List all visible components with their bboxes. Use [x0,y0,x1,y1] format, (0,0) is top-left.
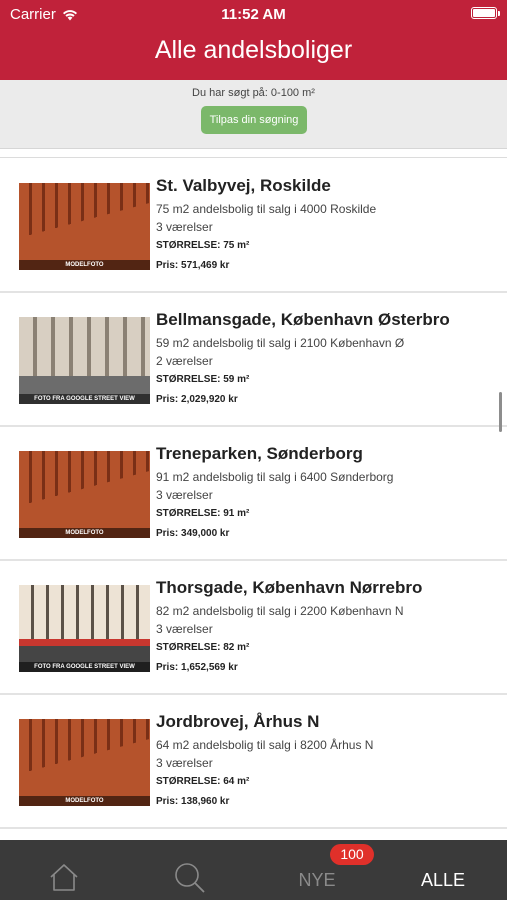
listing-description: 59 m2 andelsbolig til salg i 2100 Københ… [156,336,405,350]
listing-rooms: 3 værelser [156,622,213,636]
photo-caption: FOTO FRA GOOGLE STREET VIEW [19,662,150,672]
listing-size: STØRRELSE: 75 m² [156,240,250,251]
listing-size: STØRRELSE: 91 m² [156,508,250,519]
list-item[interactable]: FOTO FRA GOOGLE STREET VIEW Bellmansgade… [0,293,507,427]
list-item[interactable]: MODELFOTO St. Valbyvej, Roskilde 75 m2 a… [0,159,507,293]
listing-photo: MODELFOTO [19,719,150,806]
listing-photo: FOTO FRA GOOGLE STREET VIEW [19,317,150,404]
tab-all-label: ALLE [420,870,466,890]
battery-icon [471,7,500,19]
listing-rooms: 3 værelser [156,756,213,770]
adjust-search-button[interactable]: Tilpas din søgning [201,106,307,134]
listing-price: Pris: 138,960 kr [156,796,230,807]
list-item[interactable]: MODELFOTO Jordbrovej, Århus N 64 m2 ande… [0,695,507,829]
photo-caption: FOTO FRA GOOGLE STREET VIEW [19,394,150,404]
listing-size: STØRRELSE: 59 m² [156,374,250,385]
photo-caption: MODELFOTO [19,528,150,538]
listing-description: 82 m2 andelsbolig til salg i 2200 Københ… [156,604,404,618]
listing-title: Thorsgade, København Nørrebro [156,578,423,597]
status-time: 11:52 AM [221,6,286,23]
listing-rooms: 2 værelser [156,354,213,368]
listing-title: Bellmansgade, København Østerbro [156,310,450,329]
search-criteria-text: Du har søgt på: 0-100 m² [192,87,315,99]
listing-price: Pris: 1,652,569 kr [156,662,238,673]
photo-caption: MODELFOTO [19,260,150,270]
listing-rooms: 3 værelser [156,488,213,502]
page-title: Alle andelsboliger [154,36,353,64]
tab-search[interactable] [150,840,230,900]
listing-description: 91 m2 andelsbolig til salg i 6400 Sønder… [156,470,394,484]
list-item[interactable]: FOTO FRA GOOGLE STREET VIEW Thorsgade, K… [0,561,507,695]
listing-title: Treneparken, Sønderborg [156,444,363,463]
listing-description: 75 m2 andelsbolig til salg i 4000 Roskil… [156,202,377,216]
divider [0,157,507,158]
tab-new-label: NYE [298,870,336,890]
listing-title: St. Valbyvej, Roskilde [156,176,331,195]
listing-photo: MODELFOTO [19,183,150,270]
status-bar: Carrier 11:52 AM [0,0,507,28]
listing-rooms: 3 værelser [156,220,213,234]
listing-photo: FOTO FRA GOOGLE STREET VIEW [19,585,150,672]
scrollbar[interactable] [499,392,502,432]
photo-caption: MODELFOTO [19,796,150,806]
listing-title: Jordbrovej, Århus N [156,712,320,731]
listing-list: MODELFOTO St. Valbyvej, Roskilde 75 m2 a… [0,159,507,829]
tab-all[interactable]: ALLE [403,840,483,900]
tab-home[interactable] [25,840,105,900]
new-count-badge: 100 [330,844,374,865]
listing-size: STØRRELSE: 82 m² [156,642,250,653]
tab-bar: NYE 100 ALLE [0,840,507,900]
listing-photo: MODELFOTO [19,451,150,538]
list-item[interactable]: MODELFOTO Treneparken, Sønderborg 91 m2 … [0,427,507,561]
listing-size: STØRRELSE: 64 m² [156,776,250,787]
listing-price: Pris: 2,029,920 kr [156,394,238,405]
app-header: Carrier 11:52 AM Alle andelsboliger [0,0,507,80]
search-summary-panel: Du har søgt på: 0-100 m² Tilpas din søgn… [0,80,507,149]
tab-new[interactable]: NYE 100 [277,840,374,900]
listing-price: Pris: 571,469 kr [156,260,230,271]
listing-description: 64 m2 andelsbolig til salg i 8200 Århus … [156,738,374,752]
listing-price: Pris: 349,000 kr [156,528,230,539]
